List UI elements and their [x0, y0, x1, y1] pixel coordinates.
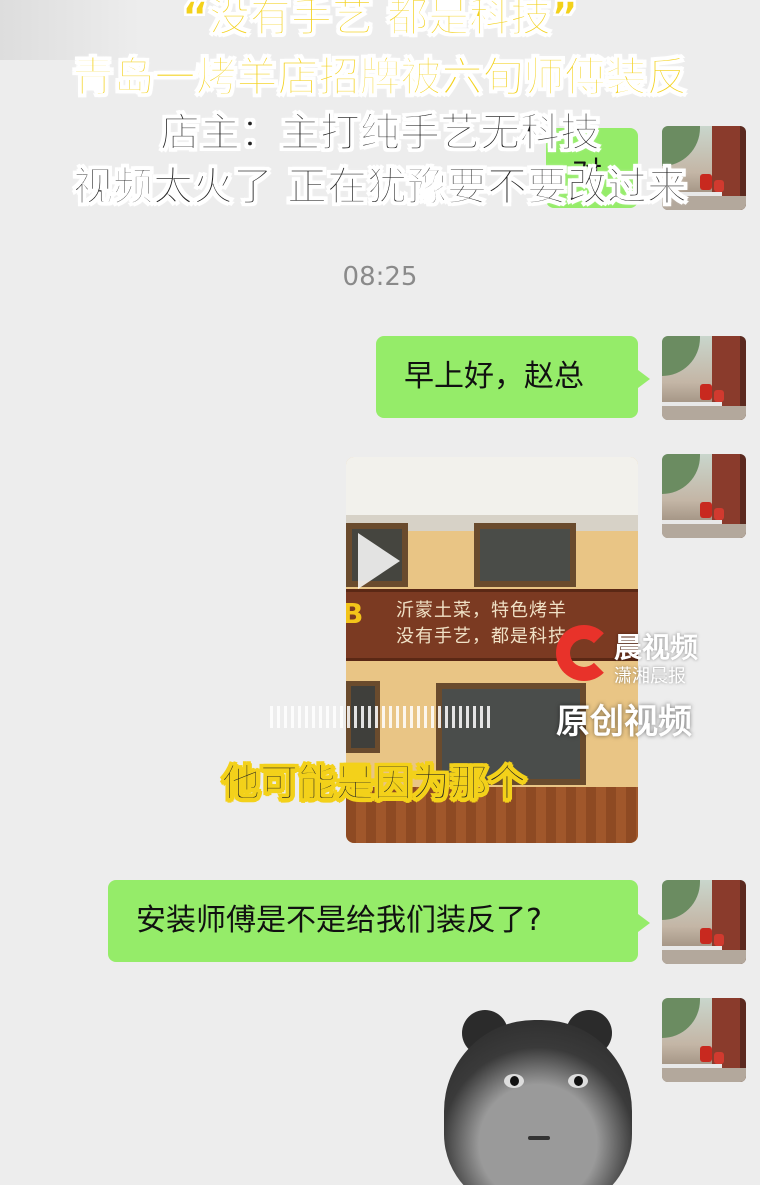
avatar[interactable]	[662, 454, 746, 538]
video-subtitle: 他可能是因为那个	[221, 761, 527, 806]
play-icon[interactable]	[358, 533, 400, 589]
headline-line-2: 青岛一烤羊店招牌被六旬师傅装反	[72, 53, 688, 102]
message-bubble[interactable]: 早上好，赵总	[376, 336, 650, 418]
avatar[interactable]	[662, 998, 746, 1082]
watermark-logo-icon	[556, 625, 612, 681]
avatar[interactable]	[662, 880, 746, 964]
headline-line-1: “没有手艺 都是科技”	[181, 0, 579, 42]
sticker-message[interactable]	[440, 1000, 636, 1185]
watermark-sub: 潇湘晨报	[614, 666, 686, 687]
watermark-name: 晨视频	[614, 631, 699, 664]
sign-text-line-2: 没有手艺，都是科技	[396, 626, 567, 647]
watermark-barcode	[270, 706, 490, 728]
message-text: 安装师傅是不是给我们装反了?	[136, 903, 542, 938]
chat-timestamp: 08:25	[342, 262, 418, 292]
headline-line-4: 视频太火了 正在犹豫要不要改过来	[73, 164, 688, 211]
message-bubble[interactable]: 安装师傅是不是给我们装反了?	[108, 880, 650, 962]
watermark-original: 原创视频	[556, 702, 692, 742]
sign-logo-icon: B	[346, 597, 364, 630]
sign-text-line-1: 沂蒙土菜，特色烤羊	[396, 600, 567, 621]
headline-line-3: 店主：主打纯手艺无科技	[160, 110, 601, 157]
avatar[interactable]	[662, 336, 746, 420]
message-text: 早上好，赵总	[404, 359, 584, 394]
